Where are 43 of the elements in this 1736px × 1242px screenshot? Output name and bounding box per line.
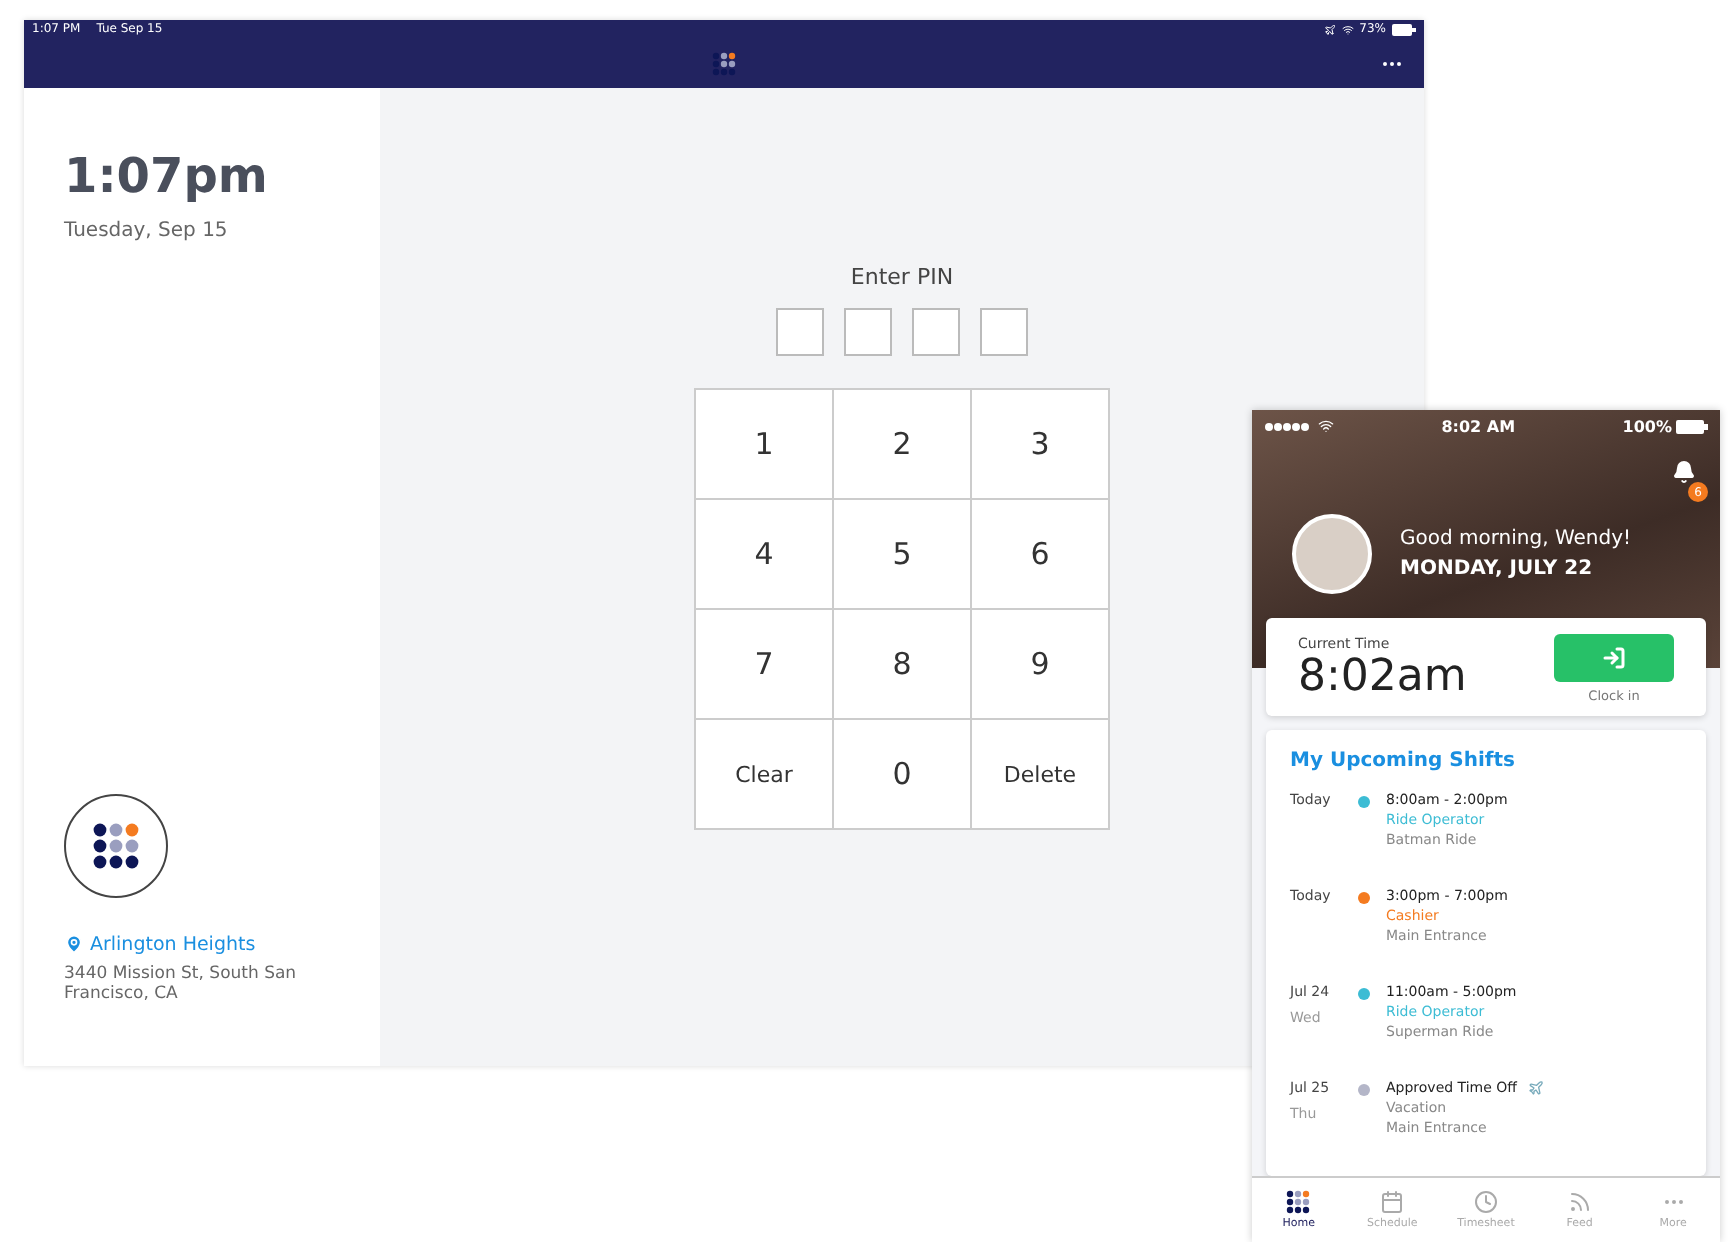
keypad-key[interactable]: 5 xyxy=(834,500,970,608)
keypad-key[interactable]: 1 xyxy=(696,390,832,498)
pin-digit-field xyxy=(980,308,1028,356)
plane-icon xyxy=(1527,1080,1543,1097)
wifi-icon xyxy=(1341,23,1354,35)
pin-digit-field xyxy=(912,308,960,356)
keypad-key[interactable]: Clear xyxy=(696,720,832,828)
phone-battery-level: 100% xyxy=(1622,417,1672,435)
airplane-icon xyxy=(1323,23,1336,35)
keypad-key[interactable]: 0 xyxy=(834,720,970,828)
pin-icon xyxy=(64,934,84,955)
clock-icon xyxy=(1473,1190,1498,1215)
keypad-key[interactable]: 2 xyxy=(834,390,970,498)
app-logo-icon xyxy=(712,51,736,75)
pin-title: Enter PIN xyxy=(850,264,954,290)
greeting: Good morning, Wendy! xyxy=(1400,528,1632,550)
greeting-date: MONDAY, JULY 22 xyxy=(1400,558,1595,580)
login-icon xyxy=(1602,646,1626,671)
feed-icon xyxy=(1567,1190,1592,1215)
dots-logo-icon xyxy=(92,821,140,870)
battery-icon xyxy=(1392,23,1416,35)
shifts-title: My Upcoming Shifts xyxy=(1290,750,1517,773)
keypad-key[interactable]: 6 xyxy=(972,500,1108,608)
current-time: 1:07pm xyxy=(64,148,270,204)
avatar xyxy=(1292,514,1372,594)
phone-status-time: 8:02 AM xyxy=(1441,417,1516,435)
keypad-key[interactable]: 8 xyxy=(834,610,970,718)
keypad-key[interactable]: 4 xyxy=(696,500,832,608)
grid-icon xyxy=(1286,1190,1311,1215)
clock-time: 8:02am xyxy=(1298,652,1467,703)
wifi-icon xyxy=(1318,418,1334,434)
battery-icon xyxy=(1676,419,1708,433)
location-address: 3440 Mission St, South San Francisco, CA xyxy=(64,963,299,1006)
keypad-key[interactable]: 7 xyxy=(696,610,832,718)
pin-digit-field xyxy=(776,308,824,356)
current-date: Tuesday, Sep 15 xyxy=(64,220,230,242)
bell-icon xyxy=(1672,460,1696,484)
signal-icon xyxy=(1264,421,1312,431)
calendar-icon xyxy=(1380,1190,1405,1215)
pin-digit-field xyxy=(844,308,892,356)
keypad-key[interactable]: Delete xyxy=(972,720,1108,828)
keypad-key[interactable]: 9 xyxy=(972,610,1108,718)
keypad-key[interactable]: 3 xyxy=(972,390,1108,498)
